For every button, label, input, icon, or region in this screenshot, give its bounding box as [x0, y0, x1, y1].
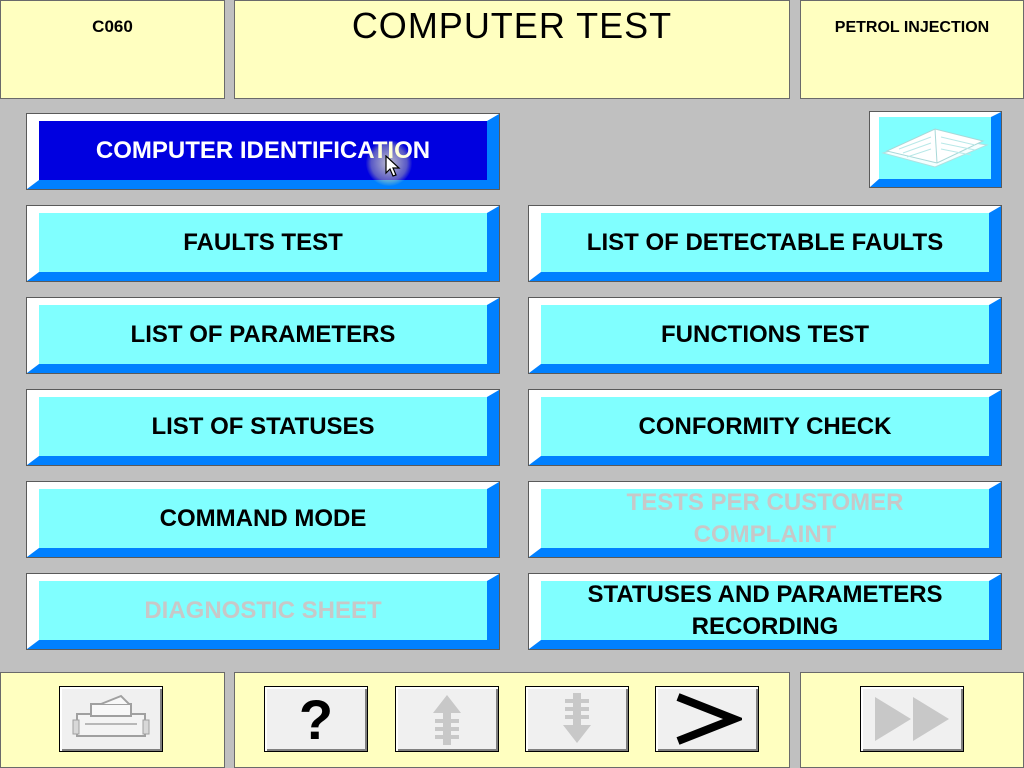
fast-forward-button[interactable]	[860, 686, 964, 752]
diagnostic-sheet-button[interactable]: DIAGNOSTIC SHEET	[26, 573, 500, 650]
tests-per-customer-complaint-label: TESTS PER CUSTOMER COMPLAINT	[541, 489, 989, 548]
ecu-code: C060	[92, 16, 133, 36]
header-title-panel: COMPUTER TEST	[234, 0, 790, 99]
scroll-down-icon	[563, 693, 591, 743]
functions-test-button[interactable]: FUNCTIONS TEST	[528, 297, 1002, 374]
print-button[interactable]	[59, 686, 163, 752]
conformity-check-button[interactable]: CONFORMITY CHECK	[528, 389, 1002, 466]
computer-identification-button[interactable]: COMPUTER IDENTIFICATION	[26, 113, 500, 190]
printer-icon	[72, 694, 150, 737]
command-mode-label: COMMAND MODE	[39, 489, 487, 548]
computer-identification-label: COMPUTER IDENTIFICATION	[39, 121, 487, 180]
list-of-detectable-faults-label: LIST OF DETECTABLE FAULTS	[541, 213, 989, 272]
scroll-up-icon	[433, 695, 461, 745]
header-system-panel: PETROL INJECTION	[800, 0, 1024, 99]
fast-forward-icon	[875, 697, 949, 741]
list-of-parameters-label: LIST OF PARAMETERS	[39, 305, 487, 364]
faults-test-label: FAULTS TEST	[39, 213, 487, 272]
list-of-parameters-button[interactable]: LIST OF PARAMETERS	[26, 297, 500, 374]
faults-test-button[interactable]: FAULTS TEST	[26, 205, 500, 282]
scroll-down-button[interactable]	[525, 686, 629, 752]
header-code-panel: C060	[0, 0, 225, 99]
statuses-and-parameters-recording-label: STATUSES AND PARAMETERS RECORDING	[541, 581, 989, 640]
page-title: COMPUTER TEST	[351, 4, 673, 46]
scroll-up-button[interactable]	[395, 686, 499, 752]
documentation-button[interactable]	[869, 111, 1002, 188]
next-button[interactable]	[655, 686, 759, 752]
list-of-statuses-button[interactable]: LIST OF STATUSES	[26, 389, 500, 466]
diagnostic-sheet-label: DIAGNOSTIC SHEET	[39, 581, 487, 640]
system-name: PETROL INJECTION	[834, 18, 990, 36]
help-icon: ?	[298, 687, 334, 751]
conformity-check-label: CONFORMITY CHECK	[541, 397, 989, 456]
list-of-statuses-label: LIST OF STATUSES	[39, 397, 487, 456]
book-icon	[881, 128, 989, 168]
tests-per-customer-complaint-button[interactable]: TESTS PER CUSTOMER COMPLAINT	[528, 481, 1002, 558]
help-button[interactable]: ?	[264, 686, 368, 752]
next-icon	[676, 693, 742, 745]
command-mode-button[interactable]: COMMAND MODE	[26, 481, 500, 558]
functions-test-label: FUNCTIONS TEST	[541, 305, 989, 364]
list-of-detectable-faults-button[interactable]: LIST OF DETECTABLE FAULTS	[528, 205, 1002, 282]
mouse-pointer-icon	[385, 155, 401, 177]
statuses-and-parameters-recording-button[interactable]: STATUSES AND PARAMETERS RECORDING	[528, 573, 1002, 650]
